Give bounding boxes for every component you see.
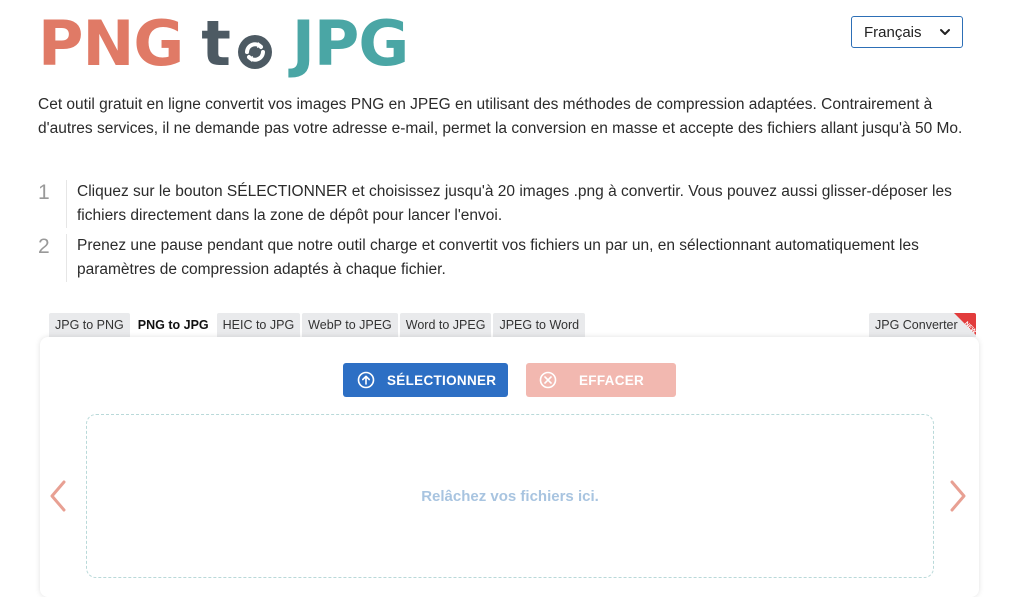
- drop-zone-text: Relâchez vos fichiers ici.: [421, 487, 599, 505]
- select-button-label: SÉLECTIONNER: [387, 372, 497, 388]
- step-text: Cliquez sur le bouton SÉLECTIONNER et ch…: [77, 183, 952, 224]
- step-number: 1: [38, 180, 67, 228]
- tab-png-to-jpg[interactable]: PNG to JPG: [131, 313, 215, 337]
- tab-jpeg-to-word[interactable]: JPEG to Word: [493, 313, 586, 337]
- convert-arrow-icon: [232, 21, 278, 69]
- tab-word-to-jpeg[interactable]: Word to JPEG: [399, 313, 492, 337]
- language-select-value: Français: [864, 23, 922, 41]
- tab-jpg-converter-label: JPG Converter: [875, 318, 958, 332]
- step-item: 1 Cliquez sur le bouton SÉLECTIONNER et …: [38, 180, 978, 228]
- clear-button[interactable]: EFFACER: [526, 363, 676, 397]
- select-button[interactable]: SÉLECTIONNER: [343, 363, 508, 397]
- intro-text: Cet outil gratuit en ligne convertit vos…: [38, 96, 963, 137]
- logo-png: PNG: [38, 7, 184, 80]
- drop-zone[interactable]: Relâchez vos fichiers ici.: [86, 414, 934, 578]
- converter-tabs: JPG to PNG PNG to JPG HEIC to JPG WebP t…: [49, 313, 587, 337]
- steps-list: 1 Cliquez sur le bouton SÉLECTIONNER et …: [38, 180, 978, 288]
- close-circle-icon: [539, 371, 557, 389]
- upload-icon: [357, 371, 375, 389]
- step-text: Prenez une pause pendant que notre outil…: [77, 237, 919, 278]
- logo-to: t: [201, 13, 278, 75]
- logo[interactable]: PNG t JPG: [38, 7, 409, 80]
- chevron-left-icon[interactable]: [48, 478, 68, 514]
- chevron-down-icon: [940, 29, 950, 35]
- tab-jpg-to-png[interactable]: JPG to PNG: [49, 313, 130, 337]
- tab-webp-to-jpeg[interactable]: WebP to JPEG: [302, 313, 398, 337]
- tab-heic-to-jpg[interactable]: HEIC to JPG: [216, 313, 301, 337]
- logo-jpg: JPG: [291, 7, 409, 80]
- chevron-right-icon[interactable]: [948, 478, 968, 514]
- step-number: 2: [38, 234, 67, 282]
- tab-jpg-converter[interactable]: JPG Converter NEW: [869, 313, 976, 337]
- clear-button-label: EFFACER: [579, 372, 645, 388]
- step-item: 2 Prenez une pause pendant que notre out…: [38, 234, 978, 282]
- language-select[interactable]: Français: [851, 16, 963, 48]
- logo-t: t: [201, 7, 231, 80]
